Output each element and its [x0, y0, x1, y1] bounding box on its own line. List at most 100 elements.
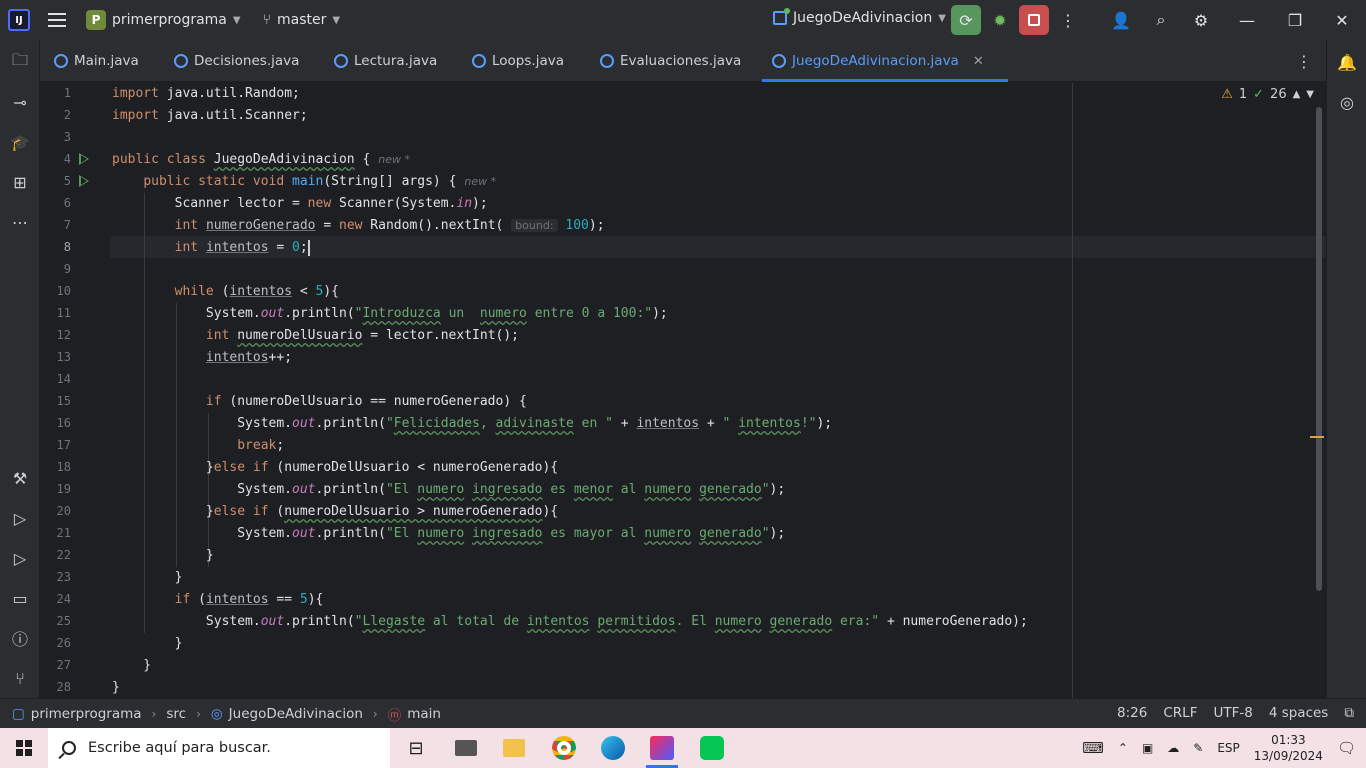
code-with-me-icon[interactable]: 👤	[1106, 5, 1136, 35]
tabs-more-icon[interactable]: ⋮	[1296, 52, 1312, 71]
line-app-icon[interactable]	[688, 728, 736, 768]
device-icon[interactable]: ▣	[1142, 741, 1153, 755]
build-icon[interactable]: ⚒	[8, 466, 32, 490]
java-class-icon	[174, 54, 188, 68]
more-actions-icon[interactable]: ⋮	[1053, 5, 1083, 35]
run-configuration-selector[interactable]: JuegoDeAdivinacion ▼	[773, 8, 946, 26]
breadcrumb-method[interactable]: main	[407, 706, 441, 722]
new-hint: new *	[378, 153, 411, 166]
breadcrumb-class[interactable]: JuegoDeAdivinacion	[229, 706, 363, 722]
chevron-up-icon[interactable]: ⌃	[1118, 741, 1128, 755]
line-number: 12	[56, 328, 71, 342]
line-number: 21	[56, 526, 71, 540]
weather-icon[interactable]: ☁	[1167, 741, 1179, 755]
ai-assistant-icon[interactable]: ◎	[1335, 90, 1359, 114]
restore-button[interactable]: ❐	[1280, 5, 1310, 35]
more-tools-icon[interactable]: ⋯	[8, 210, 32, 234]
code-line: }	[112, 636, 183, 651]
line-number: 2	[63, 108, 71, 122]
gear-icon[interactable]: ⚙	[1186, 5, 1216, 35]
chevron-down-icon[interactable]: ▼	[1306, 89, 1314, 100]
file-explorer-icon[interactable]	[490, 728, 538, 768]
run-class-gutter-icon[interactable]	[79, 153, 89, 165]
pen-icon[interactable]: ✎	[1193, 741, 1203, 755]
tab-main[interactable]: Main.java	[54, 40, 139, 82]
line-separator[interactable]: CRLF	[1163, 705, 1197, 721]
run-main-gutter-icon[interactable]	[79, 175, 89, 187]
vcs-branch-selector[interactable]: ⑂ master ▼	[263, 12, 340, 28]
taskbar-search[interactable]: Escribe aquí para buscar.	[48, 728, 390, 768]
search-icon[interactable]: ⌕	[1146, 5, 1176, 35]
indent-setting[interactable]: 4 spaces	[1269, 705, 1329, 721]
tab-loops[interactable]: Loops.java	[472, 40, 564, 82]
learn-icon[interactable]: 🎓	[8, 130, 32, 154]
main-menu-icon[interactable]	[48, 13, 66, 27]
file-encoding[interactable]: UTF-8	[1213, 705, 1252, 721]
lock-icon[interactable]: ⧉	[1344, 705, 1354, 721]
rerun-button[interactable]: ⟳	[951, 5, 981, 35]
code-editor[interactable]: 1 2 3 4 5 6 7 8 9 10 11 12 13 14 15 16 17 18 19 20 21 22 23 24 2…	[40, 83, 1326, 698]
vertical-scrollbar[interactable]	[1316, 107, 1322, 591]
line-number: 13	[56, 350, 71, 364]
method-icon: ⓜ	[387, 707, 402, 724]
title-bar: IJ P primerprograma ▼ ⑂ master ▼ JuegoDe…	[0, 0, 1366, 40]
project-selector[interactable]: P primerprograma ▼	[86, 10, 241, 30]
code-line: int intentos = 0;	[174, 239, 310, 256]
keyboard-icon[interactable]: ⌨	[1082, 739, 1104, 757]
java-class-icon	[334, 54, 348, 68]
line-number: 25	[56, 614, 71, 628]
stop-button[interactable]	[1019, 5, 1049, 35]
input-language[interactable]: ESP	[1217, 741, 1239, 755]
chrome-icon[interactable]	[540, 728, 588, 768]
start-button[interactable]	[0, 728, 48, 768]
chevron-down-icon: ▼	[938, 12, 946, 24]
tab-decisiones[interactable]: Decisiones.java	[174, 40, 299, 82]
tab-lectura[interactable]: Lectura.java	[334, 40, 437, 82]
clock-date: 13/09/2024	[1253, 749, 1323, 763]
code-line: }	[112, 570, 183, 585]
caret-position[interactable]: 8:26	[1117, 705, 1147, 721]
line-number: 4	[63, 152, 71, 166]
structure-icon[interactable]: ⊞	[8, 170, 32, 194]
line-number: 24	[56, 592, 71, 606]
edge-icon[interactable]	[589, 728, 637, 768]
commit-icon[interactable]: ⊸	[8, 90, 32, 114]
services-icon[interactable]: ▷	[8, 506, 32, 530]
java-class-icon	[600, 54, 614, 68]
java-class-icon: ◎	[210, 705, 223, 722]
debug-icon[interactable]: ✹	[985, 5, 1015, 35]
run-config-name: JuegoDeAdivinacion	[793, 10, 933, 26]
intellij-taskbar-icon[interactable]	[638, 728, 686, 768]
intellij-logo-icon[interactable]: IJ	[8, 9, 30, 31]
notification-center-icon[interactable]: 🗨	[1337, 739, 1356, 757]
close-tab-icon[interactable]: ✕	[973, 54, 984, 69]
mail-icon[interactable]	[442, 728, 490, 768]
module-icon: ▢	[12, 705, 25, 722]
breadcrumb-project[interactable]: primerprograma	[31, 706, 142, 722]
run-icon[interactable]: ▷	[8, 546, 32, 570]
close-window-button[interactable]: ✕	[1327, 5, 1357, 35]
minimize-button[interactable]: —	[1232, 5, 1262, 35]
chevron-down-icon: ▼	[232, 14, 241, 26]
warning-marker[interactable]	[1310, 436, 1324, 438]
inspection-widget[interactable]: ⚠ 1 ✓ 26 ▲ ▼	[1221, 87, 1314, 102]
new-hint: new *	[464, 175, 497, 188]
notifications-icon[interactable]: 🔔	[1335, 50, 1359, 74]
line-number: 9	[63, 262, 71, 276]
project-folder-icon[interactable]: 🗀	[8, 50, 32, 74]
clock[interactable]: 01:33 13/09/2024	[1254, 732, 1323, 764]
line-number: 23	[56, 570, 71, 584]
breadcrumb-src[interactable]: src	[166, 706, 186, 722]
git-icon[interactable]: ⑂	[8, 666, 32, 690]
task-view-icon[interactable]: ⊟	[392, 728, 440, 768]
code-line: System.out.println("Llegaste al total de…	[112, 614, 1028, 629]
tab-juegodeadivinacion[interactable]: JuegoDeAdivinacion.java ✕	[762, 40, 1008, 82]
terminal-icon[interactable]: ▭	[8, 586, 32, 610]
text-caret	[307, 239, 310, 256]
line-number: 8	[63, 240, 71, 254]
line-number: 1	[63, 86, 71, 100]
code-line: System.out.println("El numero ingresado …	[112, 482, 786, 497]
problems-icon[interactable]: ⓘ	[8, 626, 32, 650]
tab-evaluaciones[interactable]: Evaluaciones.java	[600, 40, 741, 82]
chevron-up-icon[interactable]: ▲	[1293, 89, 1301, 100]
